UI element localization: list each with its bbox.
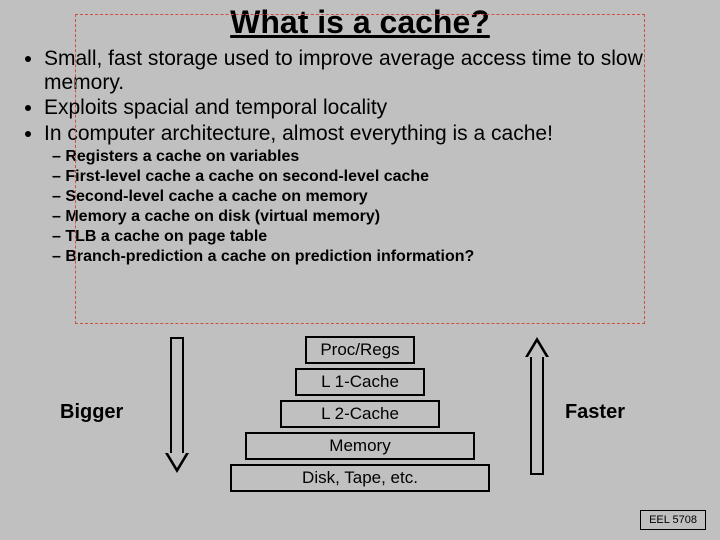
slide-title: What is a cache?: [22, 4, 698, 41]
sub-bullet-item: Registers a cache on variables: [52, 147, 698, 167]
hierarchy-level: Disk, Tape, etc.: [230, 464, 490, 492]
footer-tag: EEL 5708: [640, 510, 706, 530]
bullet-item: Exploits spacial and temporal locality: [44, 96, 698, 120]
sub-bullet-item: TLB a cache on page table: [52, 227, 698, 247]
label-bigger: Bigger: [60, 401, 123, 424]
hierarchy-level: Proc/Regs: [305, 336, 415, 364]
hierarchy-level: Memory: [245, 432, 475, 460]
bullet-item: Small, fast storage used to improve aver…: [44, 47, 698, 94]
memory-hierarchy: Proc/Regs L 1-Cache L 2-Cache Memory Dis…: [0, 336, 720, 496]
slide: What is a cache? Small, fast storage use…: [0, 4, 720, 540]
sub-bullet-item: Branch-prediction a cache on prediction …: [52, 247, 698, 267]
bullet-list: Small, fast storage used to improve aver…: [22, 47, 698, 145]
hierarchy-level: L 1-Cache: [295, 368, 425, 396]
sub-bullet-item: Memory a cache on disk (virtual memory): [52, 207, 698, 227]
bullet-item: In computer architecture, almost everyth…: [44, 122, 698, 146]
sub-bullet-list: Registers a cache on variables First-lev…: [22, 147, 698, 267]
sub-bullet-item: First-level cache a cache on second-leve…: [52, 167, 698, 187]
label-faster: Faster: [565, 401, 625, 424]
sub-bullet-item: Second-level cache a cache on memory: [52, 187, 698, 207]
hierarchy-level: L 2-Cache: [280, 400, 440, 428]
